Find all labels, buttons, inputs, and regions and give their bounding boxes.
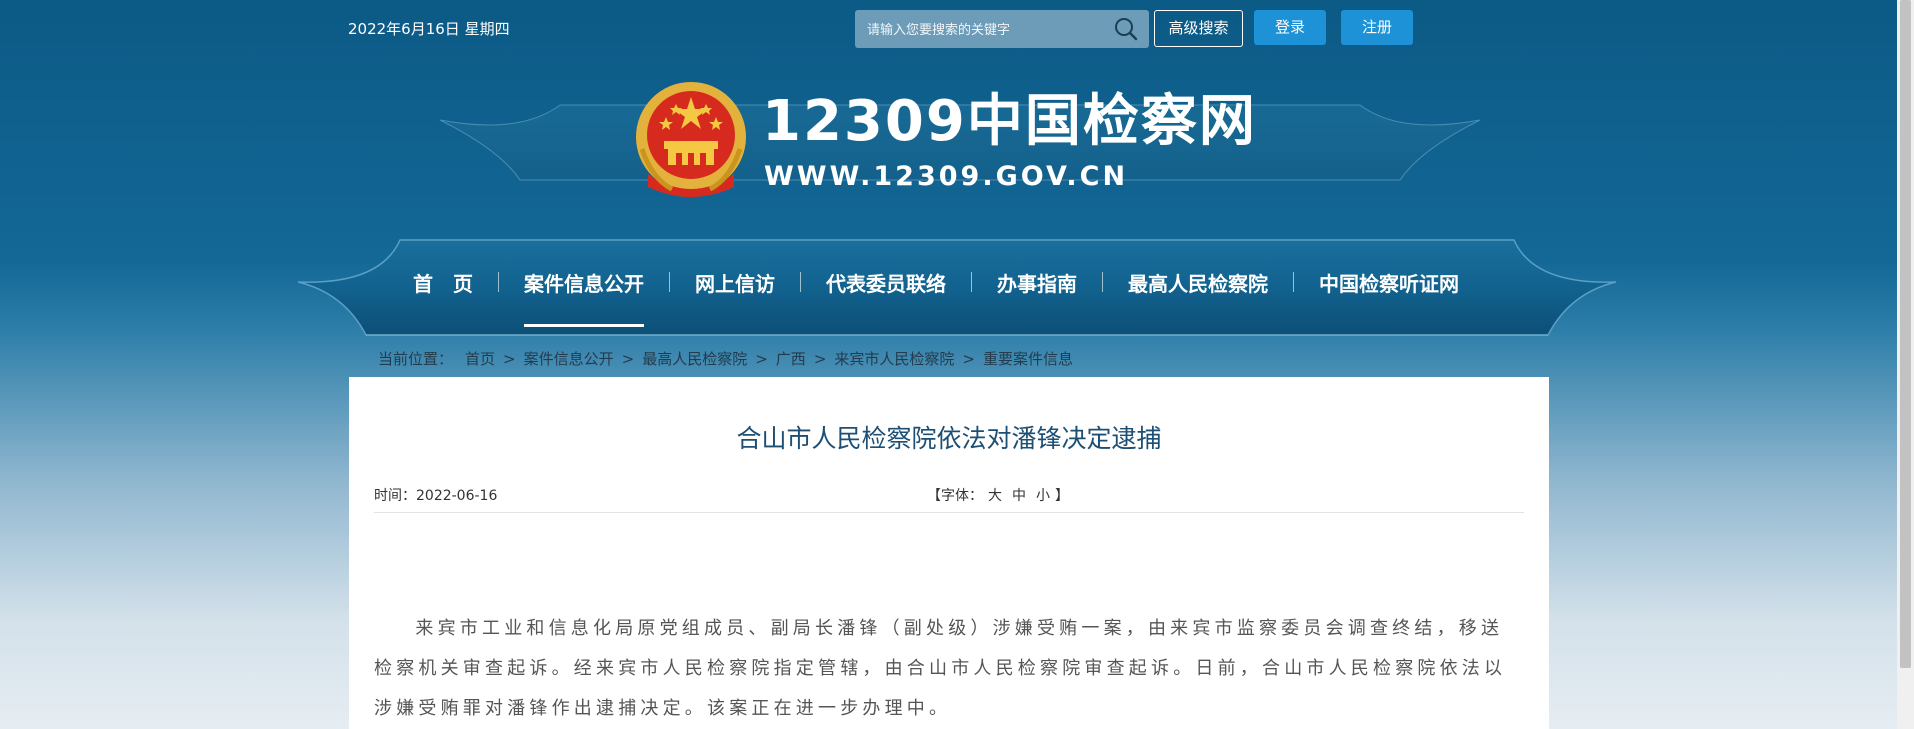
article-body: 来宾市工业和信息化局原党组成员、副局长潘锋（副处级）涉嫌受贿一案，由来宾市监察委… (374, 618, 1507, 719)
article-title: 合山市人民检察院依法对潘锋决定逮捕 (736, 424, 1162, 453)
current-date: 2022年6月16日 星期四 (348, 20, 510, 38)
font-size-label-open: 【字体： (927, 488, 983, 504)
breadcrumb-separator: > (503, 349, 516, 368)
main-nav: 首 页 案件信息公开 网上信访 代表委员联络 办事指南 最高人民检察院 中国检察… (348, 232, 1548, 334)
font-medium-button[interactable]: 中 (1012, 488, 1026, 504)
site-url: WWW.12309.GOV.CN (764, 161, 1129, 192)
nav-item-case-info[interactable]: 案件信息公开 (524, 268, 644, 327)
breadcrumb-item[interactable]: 来宾市人民检察院 (834, 348, 954, 369)
nav-divider (971, 272, 972, 292)
breadcrumb: 当前位置： 首页 > 案件信息公开 > 最高人民检察院 > 广西 > 来宾市人民… (378, 348, 1073, 369)
search-box (855, 10, 1149, 50)
breadcrumb-separator: > (962, 349, 975, 368)
breadcrumb-item[interactable]: 重要案件信息 (983, 348, 1073, 369)
nav-items: 首 页 案件信息公开 网上信访 代表委员联络 办事指南 最高人民检察院 中国检察… (348, 264, 1548, 327)
breadcrumb-item[interactable]: 最高人民检察院 (642, 348, 747, 369)
font-large-button[interactable]: 大 (988, 488, 1002, 504)
breadcrumb-separator: > (621, 349, 635, 368)
nav-divider (1293, 272, 1294, 292)
nav-divider (1102, 272, 1103, 292)
breadcrumb-item[interactable]: 首页 (465, 348, 495, 369)
publish-time: 时间：2022-06-16 (374, 488, 498, 504)
page: 2022年6月16日 星期四 高级搜索 登录 注册 12309中国检察网 WWW… (0, 0, 1914, 729)
breadcrumb-separator: > (813, 349, 827, 368)
nav-item-supreme-procuratorate[interactable]: 最高人民检察院 (1128, 268, 1268, 297)
article-panel: 合山市人民检察院依法对潘锋决定逮捕 时间：2022-06-16 【字体： 大中小】… (349, 377, 1549, 729)
advanced-search-button[interactable]: 高级搜索 (1154, 10, 1243, 47)
nav-item-deputy-liaison[interactable]: 代表委员联络 (826, 268, 946, 297)
scrollbar-thumb[interactable] (1900, 0, 1911, 668)
login-button[interactable]: 登录 (1254, 10, 1326, 45)
site-title[interactable]: 12309中国检察网 (762, 90, 1257, 154)
search-button[interactable] (1113, 17, 1139, 41)
scrollbar[interactable] (1897, 0, 1914, 729)
search-input[interactable] (865, 10, 1109, 50)
nav-divider (669, 272, 670, 292)
national-emblem-icon[interactable] (632, 79, 750, 204)
breadcrumb-label: 当前位置： (378, 350, 454, 368)
breadcrumb-item[interactable]: 广西 (776, 348, 806, 369)
font-size-selector: 【字体： 大中小】 (927, 485, 1069, 505)
nav-item-guide[interactable]: 办事指南 (997, 268, 1077, 297)
nav-item-online-petition[interactable]: 网上信访 (695, 268, 775, 297)
breadcrumb-separator: > (755, 349, 768, 368)
font-small-button[interactable]: 小 (1036, 488, 1050, 504)
search-icon (1115, 18, 1138, 41)
register-button[interactable]: 注册 (1341, 10, 1413, 45)
nav-divider (498, 272, 499, 292)
breadcrumb-item[interactable]: 案件信息公开 (524, 348, 614, 369)
divider (374, 512, 1524, 513)
nav-item-home[interactable]: 首 页 (413, 268, 473, 297)
font-size-label-close: 】 (1055, 488, 1069, 504)
nav-divider (800, 272, 801, 292)
nav-item-hearing-network[interactable]: 中国检察听证网 (1319, 268, 1459, 297)
